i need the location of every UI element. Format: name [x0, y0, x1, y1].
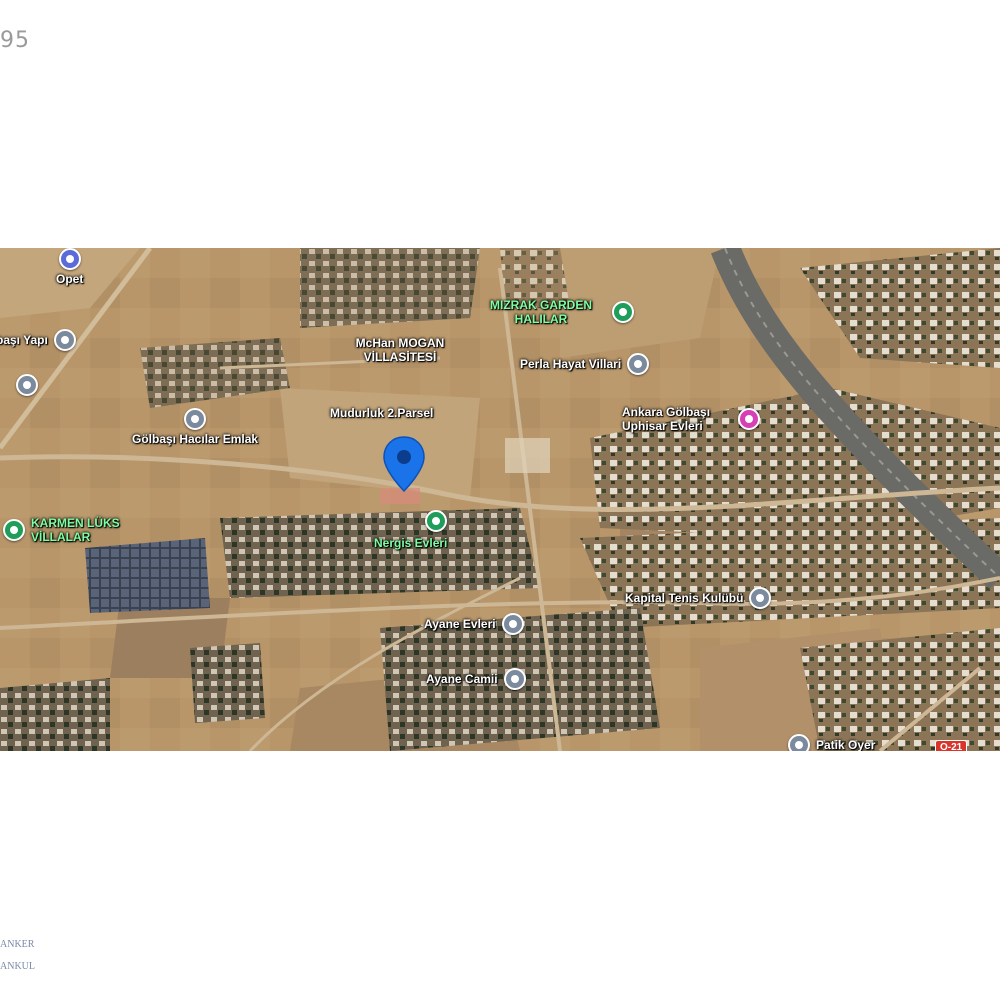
satellite-map[interactable]: Opet Gölbaşı Yapı Gölbaşı Hacılar Emlak …	[0, 248, 1000, 751]
watermark: ANKER ANKUL	[0, 934, 35, 978]
place-marker-patik-oyer[interactable]: Patik Oyer	[788, 734, 875, 751]
place-marker-kapital-tenis[interactable]: Kapital Tenis Kulübü	[625, 587, 772, 609]
place-marker-perla-hayat[interactable]: Perla Hayat Villari	[520, 353, 650, 375]
place-marker-ankara-golbasi-uphisar[interactable]: Ankara Gölbaşı Uphisar Evleri	[622, 405, 760, 433]
place-marker-mchan-mogan[interactable]: McHan MOGAN VİLLASİTESİ	[340, 336, 460, 364]
watermark-line-2: ANKUL	[0, 961, 35, 972]
mosque-icon	[503, 668, 526, 690]
park-icon	[612, 301, 634, 323]
highway-shield: O-21	[935, 740, 968, 751]
place-icon	[501, 613, 524, 635]
place-icon	[184, 408, 207, 430]
place-marker-karmen[interactable]: KARMEN LÜKS VİLLALAR	[3, 516, 161, 544]
fuel-icon	[58, 248, 81, 270]
page-number: 95	[0, 28, 30, 53]
place-marker-opet[interactable]: Opet	[56, 248, 83, 286]
place-marker-ayane-evleri[interactable]: Ayane Evleri	[424, 613, 524, 635]
place-icon	[16, 374, 38, 396]
location-pin-icon[interactable]	[381, 435, 427, 493]
place-marker-mizrak-garden[interactable]: MIZRAK GARDEN HALILAR	[476, 298, 634, 326]
home-icon	[3, 519, 25, 541]
place-marker-golbasi-hacilar-emlak[interactable]: Gölbaşı Hacılar Emlak	[132, 408, 258, 446]
place-marker-golbasi-yapi[interactable]: Gölbaşı Yapı	[0, 329, 76, 351]
place-icon	[788, 734, 810, 751]
home-icon	[425, 510, 448, 532]
place-marker-unnamed[interactable]	[16, 374, 38, 396]
place-icon	[627, 353, 650, 375]
place-marker-mudurluk-parsel[interactable]: Mudurluk 2.Parsel	[330, 406, 433, 420]
place-marker-ayane-camii[interactable]: Ayane Camii	[426, 668, 526, 690]
place-icon	[53, 329, 76, 351]
place-marker-nergis-evleri[interactable]: Nergis Evleri	[374, 510, 448, 550]
watermark-line-1: ANKER	[0, 939, 35, 950]
hotel-icon	[738, 408, 760, 430]
place-icon	[749, 587, 772, 609]
